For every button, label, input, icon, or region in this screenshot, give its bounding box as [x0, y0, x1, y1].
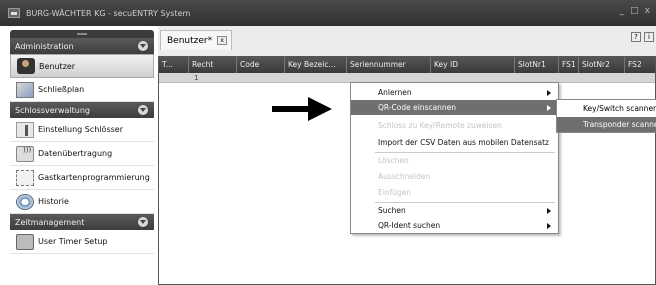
sidebar-item-user-timer-setup[interactable]: User Timer Setup	[10, 230, 154, 254]
menu-item-label: Löschen	[378, 156, 409, 165]
sidebar-item-schliessplan[interactable]: Schließplan	[10, 78, 154, 102]
window-titlebar: BURG-WÄCHTER KG - secuENTRY System _ □ x	[0, 0, 656, 26]
section-title: Zeitmanagement	[15, 217, 85, 227]
cell-recht: 1	[194, 74, 199, 82]
window-title: BURG-WÄCHTER KG - secuENTRY System	[26, 8, 191, 18]
menu-item-qr-ident-suchen[interactable]: QR-Ident suchen	[351, 218, 558, 233]
column-header-key-bezeichnung[interactable]: Key Bezeic...	[285, 57, 347, 73]
column-header-fs1[interactable]: FS1	[559, 57, 579, 73]
menu-item-label: Ausschneiden	[378, 172, 431, 181]
menu-item-label: Anlernen	[378, 88, 412, 97]
sidebar-item-datenuebertragung[interactable]: Datenübertragung	[10, 142, 154, 166]
column-header-fs2[interactable]: FS2	[625, 57, 656, 73]
section-header-administration[interactable]: Administration	[10, 38, 154, 54]
column-header-recht[interactable]: Recht	[189, 57, 237, 73]
section-title: Administration	[15, 41, 74, 51]
help-button[interactable]: ?	[631, 32, 641, 42]
sidebar-item-gastkartenprogrammierung[interactable]: Gastkartenprogrammierung	[10, 166, 154, 190]
menu-item-anlernen[interactable]: Anlernen	[351, 85, 558, 100]
menu-item-loeschen: Löschen	[351, 153, 558, 168]
maximize-button[interactable]: □	[630, 6, 639, 16]
menu-item-einfuegen: Einfügen	[351, 185, 558, 200]
submenu-item-key-switch-scannen[interactable]: Key/Switch scannen	[557, 101, 656, 116]
sidebar-item-benutzer[interactable]: Benutzer	[10, 54, 154, 78]
column-header-key-id[interactable]: Key ID	[431, 57, 515, 73]
menu-item-label: QR-Ident suchen	[378, 221, 441, 230]
menu-item-import-csv[interactable]: Import der CSV Daten aus mobilen Datensa…	[351, 135, 558, 150]
sidebar-item-label: User Timer Setup	[38, 237, 108, 246]
menu-item-label: Einfügen	[378, 188, 412, 197]
sidebar: Administration Benutzer Schließplan Schl…	[10, 30, 154, 285]
minimize-button[interactable]: _	[620, 6, 625, 16]
submenu-arrow-icon	[547, 90, 551, 96]
sidebar-item-einstellung-schloesser[interactable]: Einstellung Schlösser	[10, 118, 154, 142]
timer-icon	[16, 233, 34, 250]
tab-bar: Benutzer* x ? i	[158, 26, 656, 50]
chevron-down-icon[interactable]	[138, 105, 148, 115]
submenu-arrow-icon	[547, 208, 551, 214]
menu-item-label: Import der CSV Daten aus mobilen Datensa…	[378, 138, 549, 147]
app-icon	[8, 8, 20, 18]
context-menu: Anlernen QR-Code einscannen Schloss zu K…	[350, 82, 559, 234]
menu-item-label: Schloss zu Key/Remote zuweisen	[378, 121, 502, 130]
guest-card-icon	[16, 169, 34, 186]
tab-label: Benutzer*	[167, 35, 213, 46]
close-tab-icon[interactable]: x	[217, 36, 228, 45]
sidebar-item-label: Datenübertragung	[38, 149, 113, 158]
menu-item-label: Suchen	[378, 206, 406, 215]
section-header-schlossverwaltung[interactable]: Schlossverwaltung	[10, 102, 154, 118]
sidebar-item-label: Schließplan	[38, 85, 85, 94]
close-window-button[interactable]: x	[645, 6, 650, 16]
sidebar-item-historie[interactable]: Historie	[10, 190, 154, 214]
sidebar-item-label: Benutzer	[39, 61, 76, 71]
submenu-arrow-icon	[547, 105, 551, 111]
locking-plan-icon	[16, 81, 34, 98]
info-button[interactable]: i	[644, 32, 654, 42]
column-header-seriennummer[interactable]: Seriennummer	[347, 57, 431, 73]
lock-settings-icon	[16, 121, 34, 138]
menu-item-suchen[interactable]: Suchen	[351, 203, 558, 218]
user-icon	[17, 58, 35, 74]
section-header-zeitmanagement[interactable]: Zeitmanagement	[10, 214, 154, 230]
chevron-down-icon[interactable]	[138, 217, 148, 227]
menu-item-qr-code-einscannen[interactable]: QR-Code einscannen	[351, 100, 558, 115]
tab-benutzer[interactable]: Benutzer* x	[160, 30, 233, 50]
section-title: Schlossverwaltung	[15, 105, 90, 115]
column-header-type[interactable]: T...	[159, 57, 189, 73]
menu-item-ausschneiden: Ausschneiden	[351, 169, 558, 184]
menu-item-schloss-zuweisen: Schloss zu Key/Remote zuweisen	[351, 118, 558, 133]
column-header-code[interactable]: Code	[237, 57, 285, 73]
sidebar-item-label: Gastkartenprogrammierung	[38, 173, 150, 182]
tab-tools: ? i	[631, 32, 654, 42]
table-header: T... Recht Code Key Bezeic... Seriennumm…	[159, 57, 655, 73]
submenu-item-transponder-scannen[interactable]: Transponder scannen	[557, 117, 656, 132]
column-header-slotnr1[interactable]: SlotNr1	[515, 57, 559, 73]
submenu-arrow-icon	[547, 223, 551, 229]
window-controls: _ □ x	[620, 6, 650, 16]
qr-submenu: Key/Switch scannen Transponder scannen	[556, 99, 656, 133]
column-header-slotnr2[interactable]: SlotNr2	[579, 57, 625, 73]
history-icon	[16, 193, 34, 210]
data-transfer-icon	[16, 145, 34, 162]
menu-item-label: QR-Code einscannen	[378, 103, 457, 112]
arrow-right-icon	[272, 97, 332, 121]
sidebar-item-label: Einstellung Schlösser	[38, 125, 123, 134]
chevron-down-icon[interactable]	[138, 41, 148, 51]
sidebar-item-label: Historie	[38, 197, 69, 206]
sidebar-collapse-handle[interactable]	[10, 30, 154, 38]
